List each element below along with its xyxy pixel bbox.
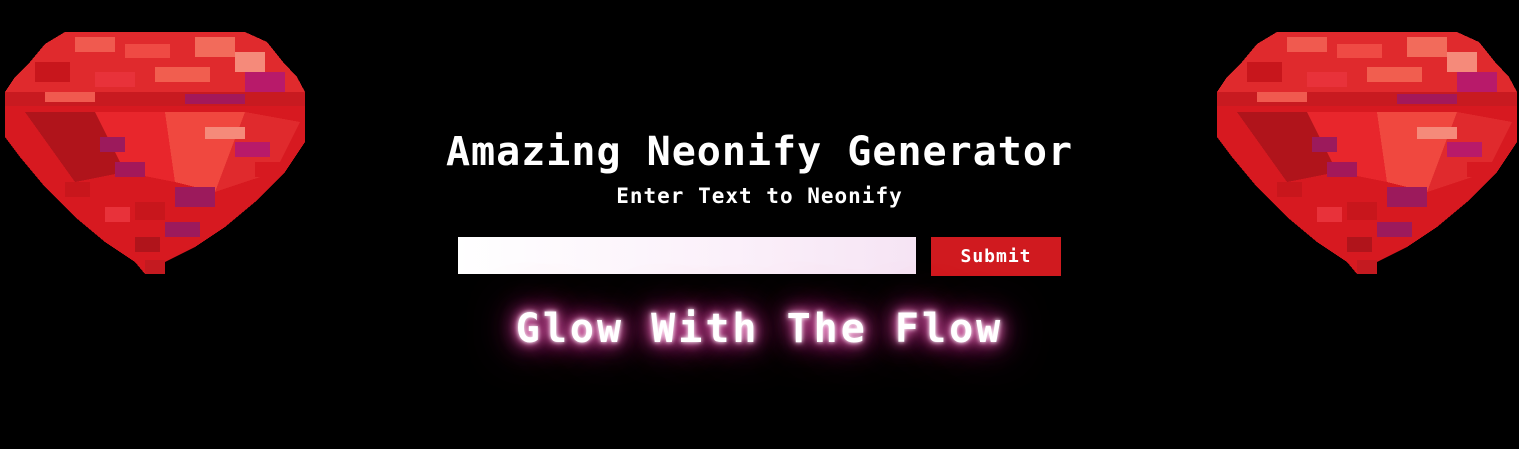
neonify-form: Submit: [458, 237, 1061, 276]
submit-button[interactable]: Submit: [931, 237, 1061, 276]
neonify-text-input[interactable]: [458, 237, 916, 274]
page-subtitle: Enter Text to Neonify: [616, 184, 903, 208]
neon-output-text: Glow With The Flow: [515, 306, 1004, 352]
page: Amazing Neonify Generator Enter Text to …: [0, 0, 1519, 449]
page-title: Amazing Neonify Generator: [445, 129, 1074, 175]
